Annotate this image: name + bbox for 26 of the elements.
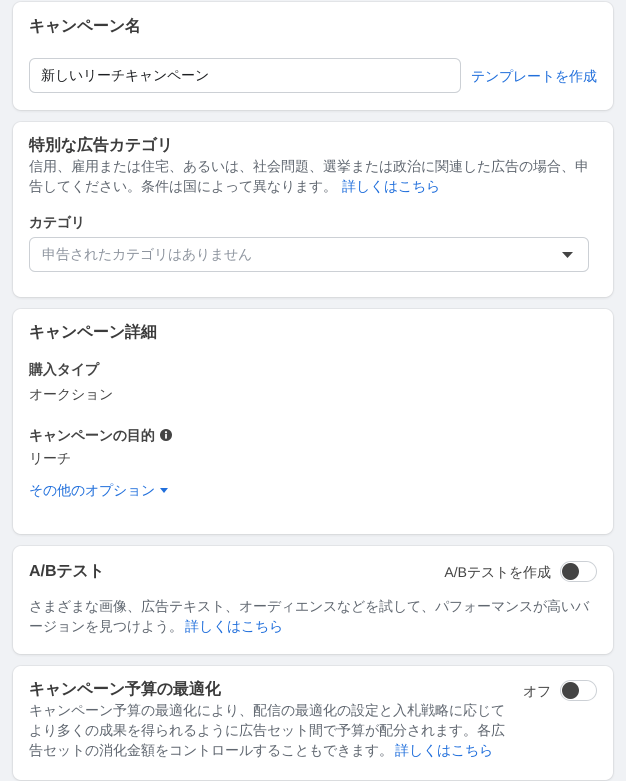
learn-more-link[interactable]: 詳しくはこちら	[342, 178, 440, 194]
field-label: 購入タイプ	[29, 360, 99, 379]
toggle-label: オフ	[523, 682, 551, 700]
field-value: リーチ	[29, 449, 72, 468]
category-dropdown[interactable]: 申告されたカテゴリはありません	[29, 237, 589, 272]
section-title: A/Bテスト	[29, 562, 105, 582]
toggle-switch[interactable]	[560, 680, 597, 701]
description-text: さまざまな画像、広告テキスト、オーディエンスなどを試して、パフォーマンスが高いバージョンを見つけよう。詳しくはこちら	[29, 597, 590, 636]
section-title: キャンペーン詳細	[29, 323, 158, 343]
more-options-link[interactable]: その他のオプション	[29, 480, 168, 500]
toggle-switch[interactable]	[560, 561, 597, 582]
caret-icon	[562, 252, 573, 258]
field-label: キャンペーンの目的	[29, 426, 155, 445]
description-text: 信用、雇用または住宅、あるいは、社会問題、選挙または政治に関連した広告の場合、申告してください。条件は国によって異なります。 詳しくはこちら	[29, 157, 589, 196]
section-title: キャンペーン名	[29, 17, 142, 37]
section-title: 特別な広告カテゴリ	[29, 136, 174, 156]
learn-more-link[interactable]: 詳しくはこちら	[395, 742, 493, 758]
learn-more-link[interactable]: 詳しくはこちら	[185, 618, 283, 634]
template-link[interactable]: テンプレートを作成	[471, 66, 597, 86]
campaign-name-input[interactable]: 新しいリーチキャンペーン	[29, 58, 461, 93]
description-text: キャンペーン予算の最適化により、配信の最適化の設定と入札戦略に応じてより多くの成果を得られるように広告セット間で予算が配分されます。各広告セットの消化金額をコントロールすることもできます。詳しくはこちら	[29, 701, 506, 760]
section-title: キャンペーン予算の最適化	[29, 680, 222, 700]
field-value: オークション	[29, 385, 114, 404]
field-label: カテゴリ	[29, 213, 86, 232]
toggle-label: A/Bテストを作成	[444, 562, 551, 582]
caret-icon	[160, 488, 168, 492]
